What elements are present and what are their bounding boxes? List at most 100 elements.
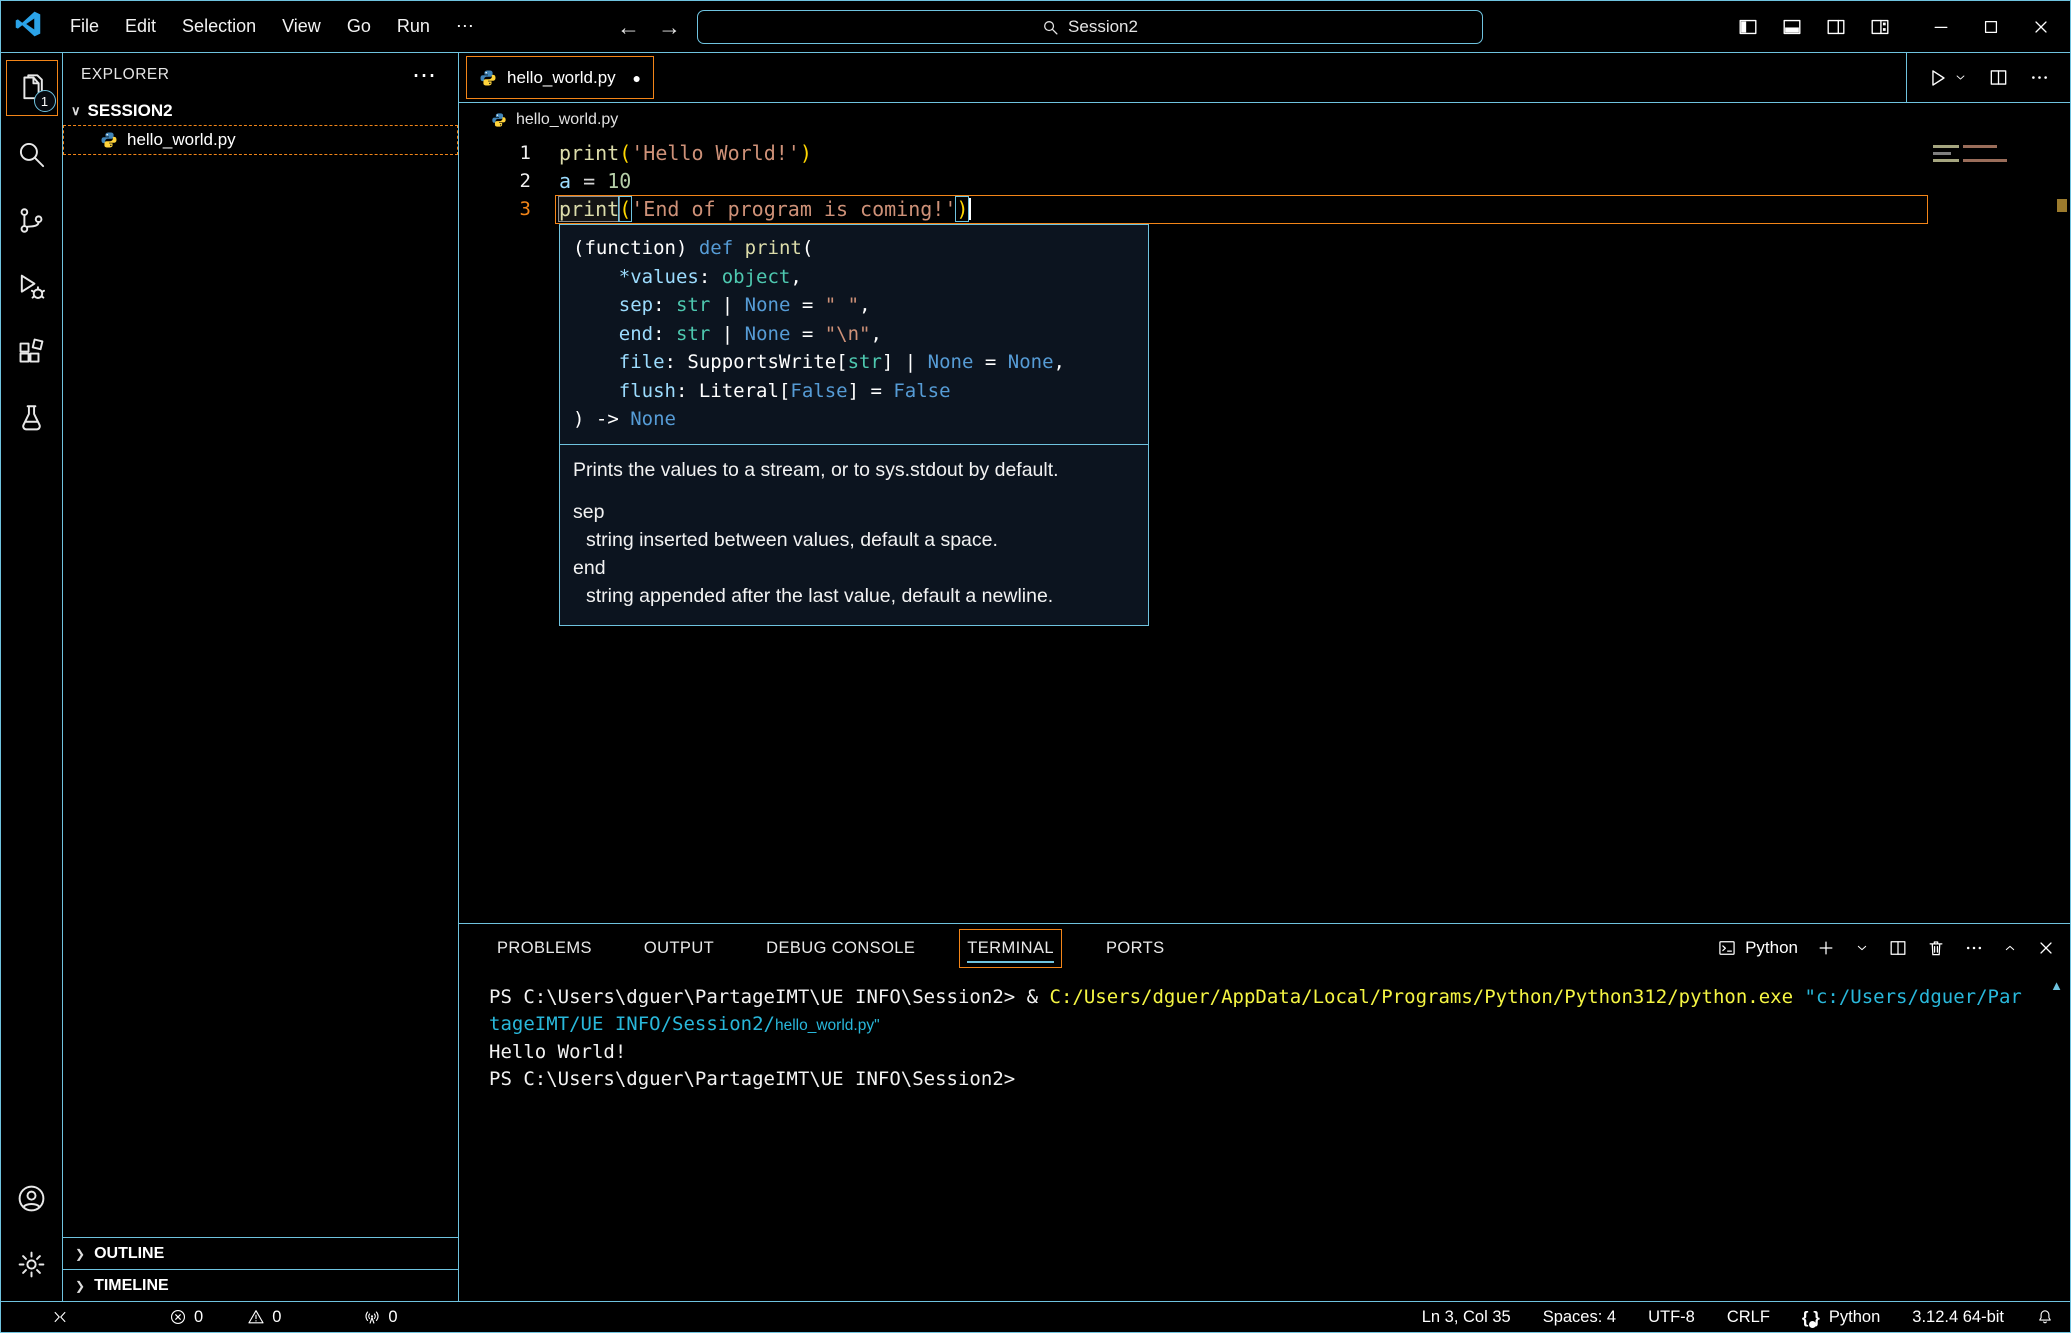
menu-view[interactable]: View	[269, 9, 334, 44]
sidebar-panel-timeline[interactable]: ❯TIMELINE	[63, 1269, 458, 1301]
workbench-body: 1 EXPLORER ⋯ ∨ SESSION2 hello_world.py ❯…	[1, 53, 2070, 1301]
layout-controls	[1726, 8, 1902, 46]
toggle-sidebar-icon	[1737, 16, 1759, 38]
maximize-icon-button[interactable]	[1966, 8, 2016, 46]
menu-selection[interactable]: Selection	[169, 9, 269, 44]
more-icon-button[interactable]	[1964, 938, 1984, 958]
hover-signature-line: (function) def print(	[573, 234, 1135, 263]
code-line-1[interactable]: 1print('Hello World!')	[459, 139, 2070, 167]
terminal-shell-label[interactable]: Python	[1717, 938, 1798, 958]
minimize-icon-button[interactable]	[1916, 8, 1966, 46]
hover-signature-line: *values: object,	[573, 263, 1135, 292]
terminal-output[interactable]: PS C:\Users\dguer\PartageIMT\UE INFO\Ses…	[459, 972, 2070, 1301]
status-bar-right: Ln 3, Col 35 Spaces: 4 UTF-8 CRLF { }Python 3…	[1422, 1308, 2054, 1327]
status-errors-count[interactable]: 0	[169, 1308, 203, 1327]
search-icon	[1042, 19, 1059, 36]
sidebar-folder-session2[interactable]: ∨ SESSION2	[63, 97, 458, 125]
hover-doc-line: sep	[573, 498, 1135, 526]
status-warnings-count[interactable]: 0	[247, 1308, 281, 1327]
file-row-hello-world-py[interactable]: hello_world.py	[63, 125, 458, 155]
sidebar-more-actions-icon[interactable]: ⋯	[412, 61, 438, 90]
code-editor[interactable]: 1print('Hello World!')2a = 103print('End…	[459, 137, 2070, 923]
modified-dot-icon[interactable]: ●	[633, 70, 641, 86]
status-bar: 0 0 0 Ln 3, Col 35 Spaces: 4 UTF-8 CRLF { }Pyt…	[1, 1301, 2070, 1332]
overview-ruler[interactable]	[2053, 137, 2070, 923]
status-indentation[interactable]: Spaces: 4	[1543, 1308, 1616, 1327]
menu-file[interactable]: File	[57, 9, 112, 44]
hover-signature-line: flush: Literal[False] = False	[573, 377, 1135, 406]
status-language-mode[interactable]: { }Python	[1802, 1308, 1880, 1327]
menu-run[interactable]: Run	[384, 9, 443, 44]
activity-bar-bottom	[1, 1165, 63, 1301]
menu-edit[interactable]: Edit	[112, 9, 169, 44]
hover-doc-line: Prints the values to a stream, or to sys…	[573, 456, 1135, 484]
split-editor-button[interactable]	[1988, 67, 2009, 88]
chevron-down-icon	[1854, 940, 1870, 956]
customize-layout-icon-button[interactable]	[1858, 8, 1902, 46]
activity-source-control[interactable]	[1, 187, 63, 253]
scroll-up-arrow-icon[interactable]: ▲	[2050, 978, 2063, 993]
line-number: 2	[459, 167, 531, 195]
activity-run-debug[interactable]	[1, 253, 63, 319]
panel-tab-debug-console[interactable]: DEBUG CONSOLE	[758, 929, 923, 968]
code-line-3[interactable]: 3print('End of program is coming!')	[459, 195, 2070, 223]
nav-back-icon[interactable]: ←	[615, 14, 642, 41]
activity-settings-gear[interactable]	[1, 1231, 63, 1297]
split-terminal-icon-button[interactable]	[1888, 938, 1908, 958]
python-file-icon	[100, 131, 118, 149]
status-encoding[interactable]: UTF-8	[1648, 1308, 1695, 1327]
activity-testing[interactable]	[1, 385, 63, 451]
activity-bar: 1	[1, 53, 63, 1301]
code-line-2[interactable]: 2a = 10	[459, 167, 2070, 195]
menu-go[interactable]: Go	[334, 9, 384, 44]
status-python-interpreter[interactable]: 3.12.4 64-bit	[1912, 1308, 2004, 1327]
status-eol-sequence[interactable]: CRLF	[1727, 1308, 1770, 1327]
code-lines: 1print('Hello World!')2a = 103print('End…	[459, 137, 2070, 223]
activity-files[interactable]: 1	[1, 55, 63, 121]
menu-[interactable]: ⋯	[443, 9, 487, 44]
hover-signature-line: ) -> None	[573, 405, 1135, 434]
toggle-sidebar-icon-button[interactable]	[1726, 8, 1770, 46]
activity-extensions[interactable]	[1, 319, 63, 385]
activity-badge: 1	[34, 90, 56, 112]
status-ports-count[interactable]: 0	[363, 1308, 397, 1327]
panel-tab-terminal[interactable]: TERMINAL	[959, 929, 1062, 968]
run-python-file-button[interactable]	[1927, 67, 1968, 89]
chevron-down-icon-button[interactable]	[1854, 940, 1870, 956]
panel-tab-output[interactable]: OUTPUT	[636, 929, 722, 968]
close-icon-button[interactable]	[2016, 8, 2066, 46]
editor-area: hello_world.py ● hello_world.py 1print('…	[459, 53, 2070, 1301]
status-text: 0	[272, 1308, 281, 1327]
panel-tab-ports[interactable]: PORTS	[1098, 929, 1173, 968]
tab-hello-world-py[interactable]: hello_world.py ●	[466, 56, 654, 99]
status-notifications-bell[interactable]	[2036, 1308, 2054, 1326]
toggle-secondary-sidebar-icon-button[interactable]	[1814, 8, 1858, 46]
remote-icon	[51, 1308, 69, 1326]
nav-forward-icon[interactable]: →	[656, 14, 683, 41]
bottom-panel: PROBLEMS OUTPUT DEBUG CONSOLE TERMINAL PORTS…	[459, 923, 2070, 1301]
run-icon	[1927, 67, 1949, 89]
activity-search[interactable]	[1, 121, 63, 187]
new-terminal-icon-button[interactable]	[1816, 938, 1836, 958]
breadcrumb-file: hello_world.py	[516, 111, 618, 129]
close-icon-button[interactable]	[2036, 938, 2056, 958]
status-text: 0	[388, 1308, 397, 1327]
command-center-search[interactable]: Session2	[697, 10, 1483, 44]
python-file-icon	[491, 112, 507, 128]
chevron-up-icon	[2002, 940, 2018, 956]
more-actions-button[interactable]	[2029, 67, 2050, 88]
status-remote-indicator[interactable]	[51, 1308, 69, 1326]
status-cursor-position[interactable]: Ln 3, Col 35	[1422, 1308, 1511, 1327]
sidebar-panel-outline[interactable]: ❯OUTLINE	[63, 1237, 458, 1269]
sidebar-header: EXPLORER ⋯	[63, 53, 458, 97]
warning-icon	[247, 1308, 265, 1326]
activity-account[interactable]	[1, 1165, 63, 1231]
split-editor-icon	[1988, 67, 2009, 88]
panel-tab-problems[interactable]: PROBLEMS	[489, 929, 600, 968]
breadcrumb[interactable]: hello_world.py	[459, 103, 2070, 137]
toggle-panel-icon-button[interactable]	[1770, 8, 1814, 46]
trash-icon-button[interactable]	[1926, 938, 1946, 958]
chevron-up-icon-button[interactable]	[2002, 940, 2018, 956]
shell-name: Python	[1745, 938, 1798, 958]
explorer-sidebar: EXPLORER ⋯ ∨ SESSION2 hello_world.py ❯OU…	[63, 53, 459, 1301]
